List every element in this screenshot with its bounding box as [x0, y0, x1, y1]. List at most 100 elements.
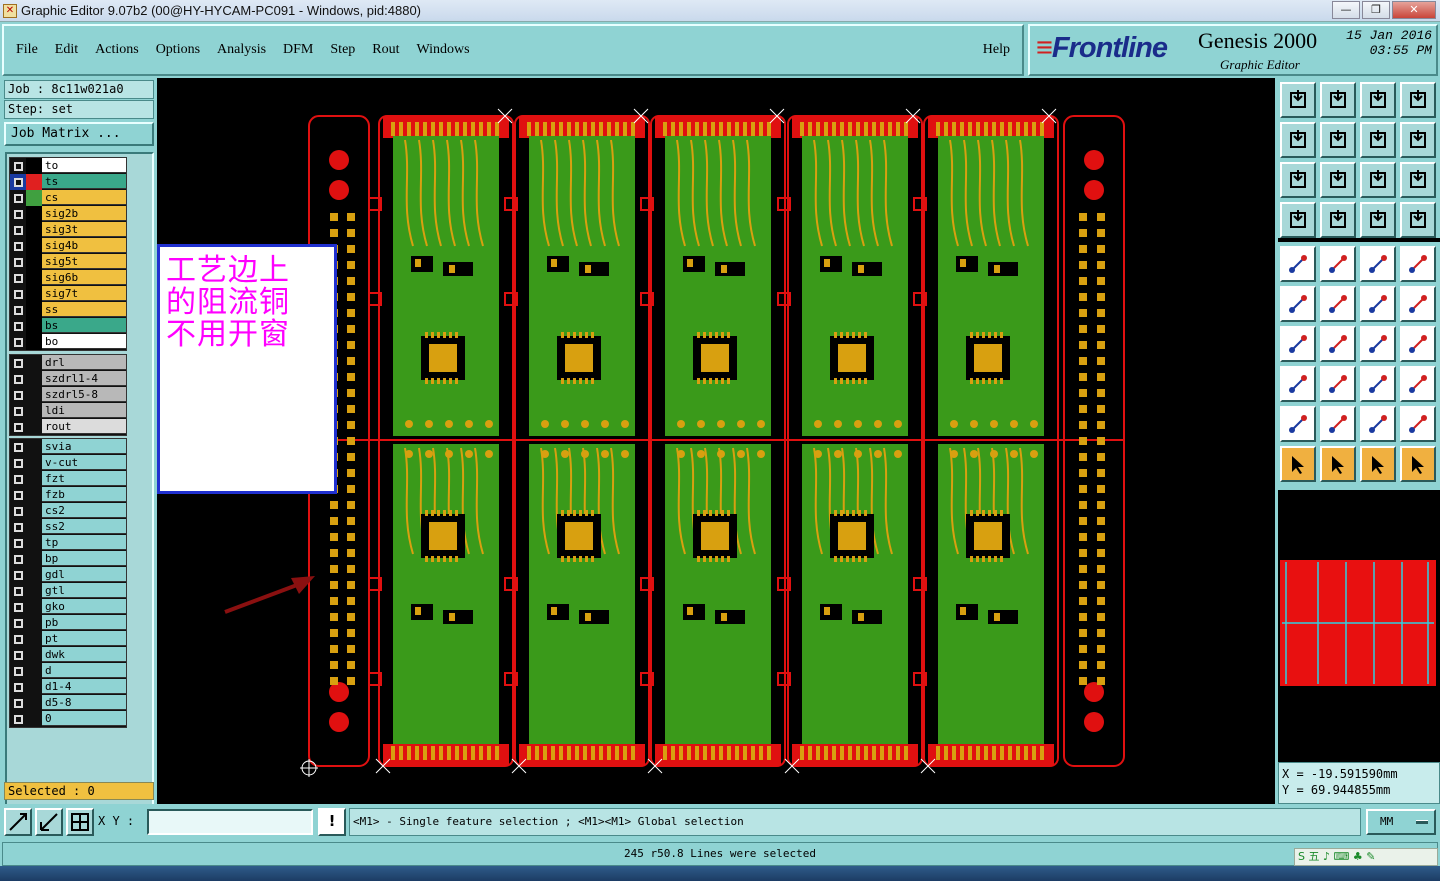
layer-visibility-checkbox[interactable] [10, 206, 26, 222]
layer-color-swatch[interactable] [26, 286, 42, 302]
ruler-icon[interactable] [1360, 246, 1396, 282]
layer-visibility-checkbox[interactable] [10, 695, 26, 711]
layer-row-v-cut[interactable]: v-cut [10, 455, 126, 471]
layer-color-swatch[interactable] [26, 519, 42, 535]
home-icon[interactable] [1280, 82, 1316, 118]
tools-icon[interactable] [1280, 202, 1316, 238]
layer-name[interactable]: bp [42, 551, 126, 566]
layer-color-swatch[interactable] [26, 387, 42, 403]
layer-row-sig4b[interactable]: sig4b [10, 238, 126, 254]
layer-visibility-checkbox[interactable] [10, 302, 26, 318]
layer-row-drl[interactable]: drl [10, 355, 126, 371]
layer-color-swatch[interactable] [26, 222, 42, 238]
layer-row-cs[interactable]: cs [10, 190, 126, 206]
layer-name[interactable]: pb [42, 615, 126, 630]
layer-visibility-checkbox[interactable] [10, 190, 26, 206]
layer-visibility-checkbox[interactable] [10, 222, 26, 238]
layer-visibility-checkbox[interactable] [10, 158, 26, 174]
layer-visibility-checkbox[interactable] [10, 711, 26, 727]
layer-visibility-checkbox[interactable] [10, 455, 26, 471]
layer-visibility-checkbox[interactable] [10, 583, 26, 599]
layer-name[interactable]: dwk [42, 647, 126, 662]
menu-analysis[interactable]: Analysis [217, 42, 266, 58]
menu-dfm[interactable]: DFM [283, 42, 313, 58]
layer-row-ss2[interactable]: ss2 [10, 519, 126, 535]
select-poly-icon[interactable] [1320, 246, 1356, 282]
maximize-button[interactable]: ❐ [1362, 1, 1390, 19]
connect-icon[interactable] [1280, 286, 1316, 322]
layer-row-gko[interactable]: gko [10, 599, 126, 615]
layer-row-0[interactable]: 0 [10, 711, 126, 727]
layer-row-tp[interactable]: tp [10, 535, 126, 551]
line-icon[interactable] [1360, 286, 1396, 322]
layer-color-swatch[interactable] [26, 535, 42, 551]
layer-row-sig5t[interactable]: sig5t [10, 254, 126, 270]
slash-icon[interactable] [1320, 326, 1356, 362]
layer-row-sig6b[interactable]: sig6b [10, 270, 126, 286]
layer-name[interactable]: cs2 [42, 503, 126, 518]
triangle-b-icon[interactable] [1400, 406, 1436, 442]
pointer-circle-icon[interactable] [1360, 446, 1396, 482]
layer-name[interactable]: gtl [42, 583, 126, 598]
save-view-icon[interactable] [1320, 82, 1356, 118]
select-pad-icon[interactable] [1280, 246, 1316, 282]
layer-row-sig3t[interactable]: sig3t [10, 222, 126, 238]
move-icon[interactable] [1280, 366, 1316, 402]
layer-name[interactable]: bs [42, 318, 126, 333]
layer-color-swatch[interactable] [26, 174, 42, 190]
layer-row-fzt[interactable]: fzt [10, 471, 126, 487]
snap-icon[interactable] [1320, 202, 1356, 238]
angle-icon[interactable] [1280, 326, 1316, 362]
layer-name[interactable]: sig3t [42, 222, 126, 237]
layer-visibility-checkbox[interactable] [10, 503, 26, 519]
layer-name[interactable]: 0 [42, 711, 126, 726]
layer-name[interactable]: ts [42, 174, 126, 189]
layer-name[interactable]: szdrl1-4 [42, 371, 126, 386]
layer-row-bo[interactable]: bo [10, 334, 126, 350]
layer-color-swatch[interactable] [26, 487, 42, 503]
help-icon[interactable] [1400, 162, 1436, 198]
layer-color-swatch[interactable] [26, 503, 42, 519]
zoom-cursor-icon[interactable] [1320, 162, 1356, 198]
triangle-up-icon[interactable] [1320, 406, 1356, 442]
layer-name[interactable]: d5-8 [42, 695, 126, 710]
menu-rout[interactable]: Rout [372, 42, 399, 58]
layer-row-szdrl1-4[interactable]: szdrl1-4 [10, 371, 126, 387]
layer-visibility-checkbox[interactable] [10, 174, 26, 190]
layer-name[interactable]: ss [42, 302, 126, 317]
minimap[interactable] [1278, 490, 1440, 762]
zoom-extent-icon[interactable] [4, 808, 32, 836]
layer-color-swatch[interactable] [26, 455, 42, 471]
layer-visibility-checkbox[interactable] [10, 419, 26, 435]
redo-zoom-icon[interactable] [1400, 122, 1436, 158]
layer-row-d[interactable]: d [10, 663, 126, 679]
layer-row-gtl[interactable]: gtl [10, 583, 126, 599]
layer-visibility-checkbox[interactable] [10, 679, 26, 695]
layer-color-swatch[interactable] [26, 679, 42, 695]
layer-color-swatch[interactable] [26, 471, 42, 487]
undo-zoom-icon[interactable] [1360, 122, 1396, 158]
layer-name[interactable]: ldi [42, 403, 126, 418]
layer-name[interactable]: ss2 [42, 519, 126, 534]
grid-icon[interactable] [66, 808, 94, 836]
layer-row-to[interactable]: to [10, 158, 126, 174]
layer-visibility-checkbox[interactable] [10, 663, 26, 679]
layer-name[interactable]: d1-4 [42, 679, 126, 694]
layer-visibility-checkbox[interactable] [10, 647, 26, 663]
layer-color-swatch[interactable] [26, 302, 42, 318]
layer-name[interactable]: fzt [42, 471, 126, 486]
layer-row-bs[interactable]: bs [10, 318, 126, 334]
close-button[interactable]: ✕ [1392, 1, 1436, 19]
layer-color-swatch[interactable] [26, 403, 42, 419]
layer-row-rout[interactable]: rout [10, 419, 126, 435]
layer-color-swatch[interactable] [26, 551, 42, 567]
layer-name[interactable]: bo [42, 334, 126, 349]
split-icon[interactable] [1320, 366, 1356, 402]
layer-name[interactable]: gdl [42, 567, 126, 582]
layer-row-bp[interactable]: bp [10, 551, 126, 567]
layer-visibility-checkbox[interactable] [10, 387, 26, 403]
menu-options[interactable]: Options [156, 42, 200, 58]
ime-toolbar[interactable]: S 五 ♪ ⌨ ♣ ✎ [1294, 848, 1438, 866]
layers-compare-icon[interactable] [1360, 202, 1396, 238]
layer-name[interactable]: d [42, 663, 126, 678]
